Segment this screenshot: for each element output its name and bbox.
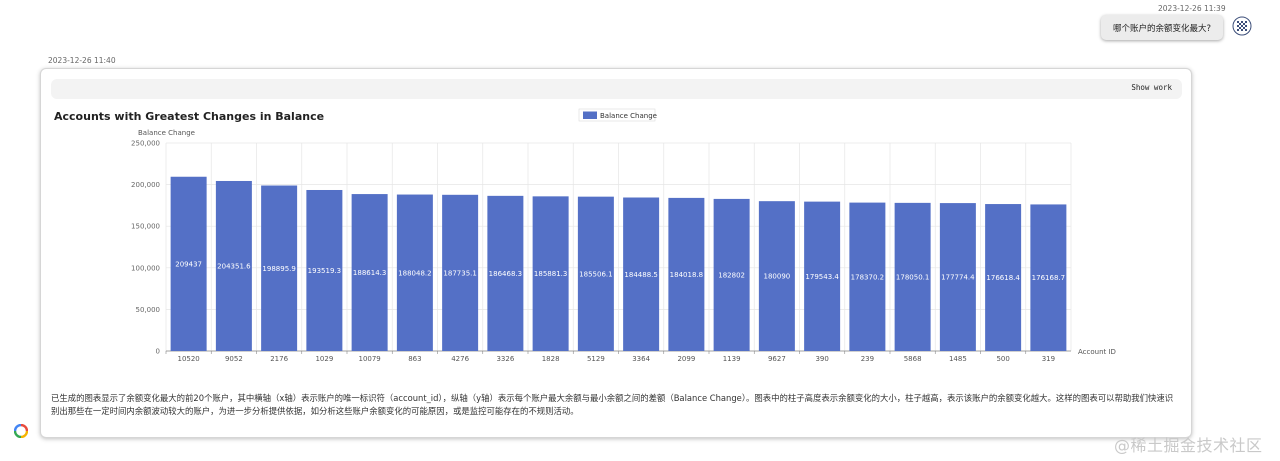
bar-value-label: 178050.1 — [896, 273, 929, 281]
bar-value-label: 176168.7 — [1032, 274, 1065, 282]
x-tick-label: 1029 — [315, 355, 333, 363]
chart-description: 已生成的图表显示了余额变化最大的前20个账户，其中横轴（x轴）表示账户的唯一标识… — [51, 393, 1174, 416]
bar-value-label: 193519.3 — [308, 267, 341, 275]
x-tick-label: 500 — [996, 355, 1009, 363]
bar-value-label: 184488.5 — [624, 271, 657, 279]
bar-value-label: 187735.1 — [443, 269, 476, 277]
show-work-button[interactable]: Show work — [1131, 83, 1172, 92]
bar-value-label: 177774.4 — [941, 274, 975, 282]
user-message-timestamp: 2023-12-26 11:39 — [1158, 4, 1226, 13]
x-tick-label: 3364 — [632, 355, 650, 363]
bar-value-label: 185881.3 — [534, 270, 567, 278]
x-tick-label: 2099 — [677, 355, 695, 363]
x-tick-label: 4276 — [451, 355, 469, 363]
y-tick-label: 150,000 — [131, 223, 160, 231]
app-logo-icon — [13, 423, 29, 439]
bar-value-label: 179543.4 — [805, 273, 839, 281]
y-tick-label: 250,000 — [131, 140, 160, 148]
x-tick-label: 390 — [815, 355, 828, 363]
x-tick-label: 1828 — [542, 355, 560, 363]
chart-grid — [165, 142, 1072, 352]
bar-value-label: 178370.2 — [851, 273, 884, 281]
x-tick-label: 1139 — [723, 355, 741, 363]
bar-value-label: 182802 — [718, 271, 745, 279]
x-tick-label: 239 — [861, 355, 874, 363]
x-tick-label: 863 — [408, 355, 421, 363]
x-tick-label: 9627 — [768, 355, 786, 363]
x-tick-label: 319 — [1042, 355, 1055, 363]
x-axis-label: Account ID — [1078, 348, 1116, 356]
y-tick-label: 50,000 — [136, 306, 161, 314]
chart-legend[interactable]: Balance Change — [578, 108, 657, 122]
x-tick-label: 10079 — [358, 355, 380, 363]
y-tick-label: 200,000 — [131, 181, 160, 189]
bot-response-card: Show work Accounts with Greatest Changes… — [40, 68, 1192, 438]
bar-value-label: 198895.9 — [262, 265, 295, 273]
user-message-text: 哪个账户的余额变化最大? — [1112, 23, 1211, 34]
bar-value-label: 180090 — [764, 273, 791, 281]
bar-value-label: 188614.3 — [353, 269, 386, 277]
bar-chart: Accounts with Greatest Changes in Balanc… — [54, 108, 1116, 363]
watermark: @稀土掘金技术社区 — [1114, 436, 1263, 455]
bar-value-label: 176618.4 — [986, 274, 1020, 282]
x-tick-label: 5129 — [587, 355, 605, 363]
x-tick-label: 10520 — [177, 355, 199, 363]
x-tick-label: 3326 — [496, 355, 514, 363]
chart-title: Accounts with Greatest Changes in Balanc… — [54, 110, 324, 123]
y-axis-ticks: 0 50,000 100,000 150,000 200,000 250,000 — [131, 140, 160, 356]
y-tick-label: 100,000 — [131, 264, 160, 272]
bar-value-label: 188048.2 — [398, 269, 431, 277]
bar-value-label: 209437 — [175, 260, 202, 268]
x-tick-label: 5868 — [904, 355, 922, 363]
user-message-bubble: 哪个账户的余额变化最大? — [1101, 15, 1223, 40]
y-tick-label: 0 — [156, 348, 160, 356]
bar-value-label: 186468.3 — [489, 270, 522, 278]
legend-label: Balance Change — [600, 112, 657, 120]
y-axis-label: Balance Change — [138, 129, 195, 137]
x-tick-label: 1485 — [949, 355, 967, 363]
response-toolbar: Show work — [51, 79, 1182, 99]
bot-message-timestamp: 2023-12-26 11:40 — [48, 56, 116, 65]
x-tick-label: 9052 — [225, 355, 243, 363]
user-avatar-icon — [1232, 16, 1252, 36]
bar-value-label: 184018.8 — [670, 271, 703, 279]
bar-value-label: 204351.6 — [217, 262, 251, 270]
x-axis-ticks: 10520 9052 2176 1029 10079 863 4276 3326 1828 512… — [165, 351, 1055, 363]
x-tick-label: 2176 — [270, 355, 288, 363]
bar-value-label: 185506.1 — [579, 270, 612, 278]
legend-swatch — [583, 111, 597, 119]
